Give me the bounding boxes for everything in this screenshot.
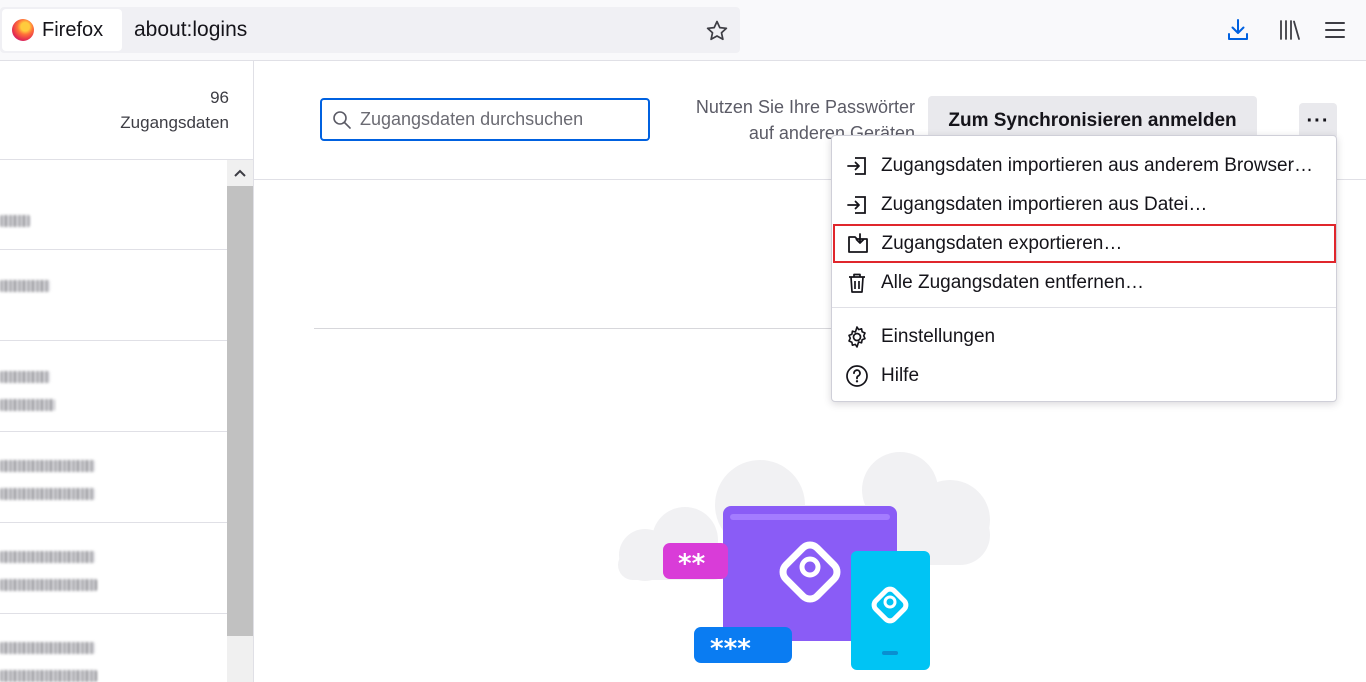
menu-separator <box>832 307 1336 308</box>
menu-item-label: Hilfe <box>881 364 920 386</box>
blurred-login-username <box>0 670 97 682</box>
app-menu-button[interactable] <box>1319 14 1351 46</box>
menu-item-label: Zugangsdaten importieren aus anderem Bro… <box>881 154 1313 176</box>
menu-item-export[interactable]: Zugangsdaten exportieren… <box>833 224 1336 263</box>
login-count: 96 Zugangsdaten <box>120 85 229 135</box>
search-box[interactable] <box>320 98 650 141</box>
menu-item-label: Zugangsdaten importieren aus Datei… <box>881 193 1208 215</box>
chevron-up-icon <box>234 169 246 177</box>
menu-item-remove-all[interactable]: Alle Zugangsdaten entfernen… <box>832 263 1336 302</box>
url-bar[interactable]: Firefox about:logins <box>0 7 740 53</box>
blurred-login-origin <box>0 215 30 227</box>
browser-toolbar: Firefox about:logins <box>0 0 1366 61</box>
library-button[interactable] <box>1273 14 1305 46</box>
trash-icon <box>845 271 869 295</box>
list-item[interactable] <box>0 523 227 614</box>
hamburger-icon <box>1325 22 1345 38</box>
search-input[interactable] <box>360 109 630 130</box>
blurred-login-origin <box>0 642 95 654</box>
blurred-login-username <box>0 399 55 411</box>
list-scrollbar[interactable] <box>227 160 253 682</box>
blurred-login-origin <box>0 551 95 563</box>
empty-state-illustration: ** *** <box>618 452 990 670</box>
blurred-login-origin <box>0 460 95 472</box>
blurred-login-origin <box>0 371 50 383</box>
export-folder-icon <box>846 232 870 256</box>
star-icon <box>706 20 728 41</box>
menu-item-help[interactable]: Hilfe <box>832 356 1336 395</box>
url-text[interactable]: about:logins <box>134 7 247 53</box>
login-count-number: 96 <box>210 88 229 107</box>
list-item[interactable] <box>0 160 227 250</box>
identity-box[interactable]: Firefox <box>2 9 122 51</box>
identity-label: Firefox <box>42 18 104 41</box>
menu-item-label: Zugangsdaten exportieren… <box>881 232 1123 254</box>
sync-promo-line1: Nutzen Sie Ihre Passwörter <box>695 97 915 117</box>
gear-icon <box>845 325 869 349</box>
import-icon <box>845 154 869 178</box>
search-icon <box>333 110 351 129</box>
library-icon <box>1280 20 1300 40</box>
login-list-sidebar: 96 Zugangsdaten <box>0 61 254 682</box>
menu-item-label: Einstellungen <box>881 325 996 347</box>
list-item[interactable] <box>0 432 227 523</box>
scroll-up-button[interactable] <box>227 160 253 186</box>
more-options-button[interactable]: ··· <box>1299 103 1337 139</box>
import-icon <box>845 193 869 217</box>
firefox-logo-icon <box>12 19 34 41</box>
login-list <box>0 159 253 682</box>
password-pill-left-text: ** <box>678 549 706 579</box>
blurred-login-username <box>0 488 95 500</box>
bookmark-star-button[interactable] <box>702 16 732 46</box>
menu-item-label: Alle Zugangsdaten entfernen… <box>881 271 1145 293</box>
password-pill-bottom-text: *** <box>710 634 751 664</box>
downloads-button[interactable] <box>1222 14 1254 46</box>
help-icon <box>845 364 869 388</box>
list-item[interactable] <box>0 250 227 341</box>
download-icon <box>1228 19 1248 40</box>
list-item[interactable] <box>0 614 227 682</box>
blurred-login-origin <box>0 280 50 292</box>
content-divider <box>314 328 834 329</box>
scroll-thumb[interactable] <box>227 186 253 636</box>
blurred-login-username <box>0 579 97 591</box>
menu-item-import-browser[interactable]: Zugangsdaten importieren aus anderem Bro… <box>832 146 1336 185</box>
login-count-label: Zugangsdaten <box>120 113 229 132</box>
menu-item-settings[interactable]: Einstellungen <box>832 317 1336 356</box>
options-menu: Zugangsdaten importieren aus anderem Bro… <box>831 135 1337 402</box>
menu-item-import-file[interactable]: Zugangsdaten importieren aus Datei… <box>832 185 1336 224</box>
list-item[interactable] <box>0 341 227 432</box>
